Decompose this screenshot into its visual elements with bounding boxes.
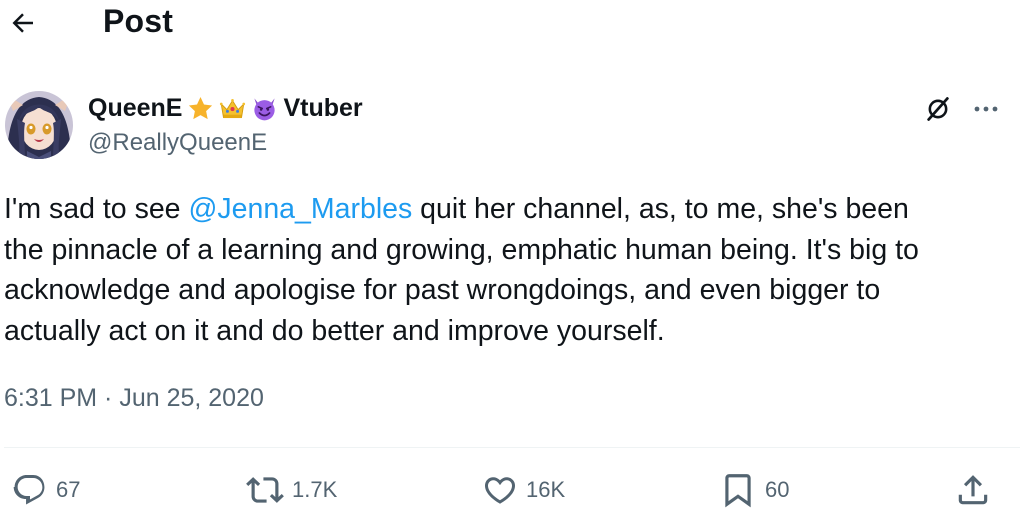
like-button[interactable]: 16K <box>482 472 565 508</box>
share-button[interactable] <box>954 472 992 508</box>
post-page: Post QueenE Vtuber @ReallyQueenE I'm sad… <box>0 0 1024 530</box>
repost-count: 1.7K <box>292 477 338 502</box>
share-icon <box>958 475 988 505</box>
reply-count: 67 <box>56 477 81 502</box>
bookmark-icon <box>725 474 751 508</box>
tweet-line: I'm sad to see @Jenna_Marbles quit her c… <box>4 193 909 225</box>
anime-avatar-image <box>5 91 73 159</box>
page-header: Post <box>0 0 1024 46</box>
back-button[interactable] <box>4 4 42 42</box>
author-display-name[interactable]: QueenE <box>88 94 182 123</box>
page-title: Post <box>103 3 174 39</box>
grok-button[interactable] <box>922 93 954 125</box>
arrow-left-icon <box>12 13 33 33</box>
crown-emoji-icon <box>220 98 246 118</box>
avatar[interactable] <box>5 91 73 159</box>
smiling-devil-emoji-icon <box>254 97 276 120</box>
like-icon <box>484 477 516 504</box>
more-dots-icon <box>974 106 998 112</box>
star-emoji-icon <box>189 96 213 119</box>
bookmark-count: 60 <box>765 477 790 502</box>
more-button[interactable] <box>968 93 1004 125</box>
divider <box>4 447 1020 448</box>
tweet-text: I'm sad to see @Jenna_Marbles quit her c… <box>4 189 1014 351</box>
tweet-timestamp[interactable]: 6:31 PM · Jun 25, 2020 <box>4 384 264 413</box>
author-handle[interactable]: @ReallyQueenE <box>88 129 267 157</box>
tweet-line: the pinnacle of a learning and growing, … <box>4 233 919 266</box>
author-name-row[interactable]: QueenE Vtuber <box>88 92 363 124</box>
grok-icon <box>927 97 949 121</box>
like-count: 16K <box>526 477 566 502</box>
tweet-line: acknowledge and apologise for past wrong… <box>4 274 881 306</box>
author-name-suffix[interactable]: Vtuber <box>283 94 362 123</box>
mention-link[interactable]: @Jenna_Marbles <box>188 193 412 225</box>
repost-icon <box>246 477 284 503</box>
tweet-line: actually act on it and do better and imp… <box>4 314 665 347</box>
repost-button[interactable]: 1.7K <box>246 472 337 508</box>
reply-icon <box>13 475 45 505</box>
reply-button[interactable]: 67 <box>12 472 80 508</box>
bookmark-button[interactable]: 60 <box>719 472 789 508</box>
